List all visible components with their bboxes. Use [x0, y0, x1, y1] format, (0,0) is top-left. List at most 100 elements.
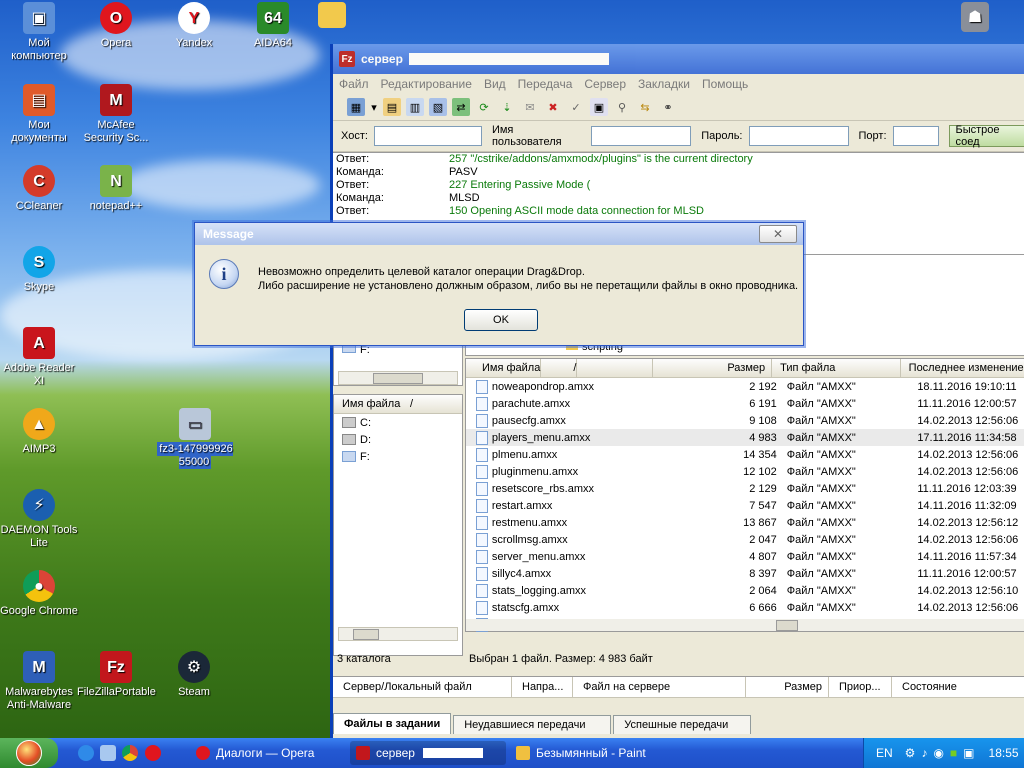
refresh-icon[interactable]: ⟳	[475, 98, 493, 116]
queue-col-size[interactable]: Размер	[746, 677, 829, 697]
desktop-icon-malwarebytes[interactable]: M Malwarebytes Anti-Malware	[0, 651, 78, 712]
quickconnect-button[interactable]: Быстрое соед	[948, 124, 1024, 148]
local-drive-f[interactable]: F:	[334, 448, 462, 465]
queue-col-remote-file[interactable]: Файл на сервере	[573, 677, 746, 697]
desktop-icon-my-computer[interactable]: ▣ Мой компьютер	[0, 2, 78, 63]
desktop-icon-ccleaner[interactable]: C CCleaner	[0, 165, 78, 213]
search-icon[interactable]: ⚭	[659, 98, 677, 116]
table-row[interactable]: stats_logging.amxx 2 064 Файл "AMXX" 14.02.…	[466, 582, 1024, 599]
dialog-titlebar[interactable]: Message ✕	[195, 223, 803, 245]
local-col-name[interactable]: Имя файла	[334, 395, 402, 413]
menu-edit[interactable]: Редактирование	[381, 77, 472, 91]
tab-successful-transfers[interactable]: Успешные передачи	[613, 715, 752, 734]
quicklaunch-opera-icon[interactable]	[145, 745, 161, 761]
quicklaunch-desktop-icon[interactable]	[100, 745, 116, 761]
reconnect-icon[interactable]: ✓	[567, 98, 585, 116]
menu-view[interactable]: Вид	[484, 77, 506, 91]
table-row[interactable]: plmenu.amxx 14 354 Файл "AMXX" 14.02.2013 1…	[466, 446, 1024, 463]
host-input[interactable]	[373, 126, 482, 146]
sync-browse-icon[interactable]: ⇆	[636, 98, 654, 116]
ok-button[interactable]: OK	[464, 309, 538, 331]
desktop-icon-aida64[interactable]: 64 AIDA64	[234, 2, 312, 50]
remote-col-name[interactable]: Имя файла /	[466, 359, 654, 377]
local-list-hscroll[interactable]	[338, 627, 458, 641]
dialog-close-button[interactable]: ✕	[759, 225, 797, 243]
remote-col-size[interactable]: Размер	[653, 359, 773, 377]
desktop-icon-skype[interactable]: S Skype	[0, 246, 78, 294]
desktop-icon-notepadpp[interactable]: N notepad++	[77, 165, 155, 213]
quicklaunch-ie-icon[interactable]	[78, 745, 94, 761]
scroll-thumb[interactable]	[353, 629, 379, 640]
scroll-thumb[interactable]	[373, 373, 423, 384]
table-row[interactable]: parachute.amxx 6 191 Файл "AMXX" 11.11.2016…	[466, 395, 1024, 412]
desktop-icon-counter-strike[interactable]: ☗	[940, 2, 1010, 35]
task-filezilla[interactable]: сервер	[350, 741, 506, 765]
toggle-remote-tree-icon[interactable]: ▧	[429, 98, 447, 116]
queue-col-local-file[interactable]: Сервер/Локальный файл	[333, 677, 512, 697]
process-queue-icon[interactable]: ⇣	[498, 98, 516, 116]
tab-queued-files[interactable]: Файлы в задании	[333, 713, 452, 734]
table-row[interactable]: scrollmsg.amxx 2 047 Файл "AMXX" 14.02.2013…	[466, 531, 1024, 548]
table-row[interactable]: pausecfg.amxx 9 108 Файл "AMXX" 14.02.2013 …	[466, 412, 1024, 429]
toggle-queue-icon[interactable]: ⇄	[452, 98, 470, 116]
menu-file[interactable]: Файл	[339, 77, 369, 91]
task-opera[interactable]: Диалоги — Opera	[190, 741, 346, 765]
queue-col-status[interactable]: Состояние	[892, 677, 992, 697]
desktop-icon-aimp[interactable]: ▲ AIMP3	[0, 408, 78, 456]
quicklaunch-chrome-icon[interactable]	[122, 745, 138, 761]
table-row[interactable]: statscfg.amxx 6 666 Файл "AMXX" 14.02.2013 …	[466, 599, 1024, 616]
queue-col-priority[interactable]: Приор...	[829, 677, 892, 697]
menu-transfer[interactable]: Передача	[518, 77, 573, 91]
update-tray-icon[interactable]: ▣	[963, 746, 974, 760]
menu-server[interactable]: Сервер	[584, 77, 626, 91]
nvidia-tray-icon[interactable]: ■	[950, 746, 957, 760]
desktop-icon-steam[interactable]: ⚙ Steam	[155, 651, 233, 699]
tab-failed-transfers[interactable]: Неудавшиеся передачи	[453, 715, 612, 734]
remote-tree-vscroll-bar[interactable]	[442, 365, 458, 391]
network-tray-icon[interactable]: ♪	[921, 746, 927, 760]
cancel-icon[interactable]: ✉	[521, 98, 539, 116]
password-input[interactable]	[748, 126, 849, 146]
scroll-thumb[interactable]	[776, 620, 798, 631]
local-tree-hscroll[interactable]	[338, 371, 458, 385]
desktop-icon-daemon-tools[interactable]: ⚡ DAEMON Tools Lite	[0, 489, 78, 550]
menu-bookmarks[interactable]: Закладки	[638, 77, 690, 91]
remote-hscroll[interactable]	[466, 619, 1024, 631]
filter-icon[interactable]: ⚲	[613, 98, 631, 116]
filezilla-titlebar[interactable]: Fz сервер	[333, 44, 1024, 74]
desktop-icon-chrome[interactable]: ● Google Chrome	[0, 570, 78, 618]
desktop-icon-folder-top[interactable]	[312, 2, 352, 31]
dropdown-arrow-icon[interactable]: ▾	[370, 98, 378, 116]
desktop-icon-fz3-file[interactable]: ▭ fz3-147999926 55000	[156, 408, 234, 469]
menu-help[interactable]: Помощь	[702, 77, 748, 91]
table-row[interactable]: restart.amxx 7 547 Файл "AMXX" 14.11.2016 1…	[466, 497, 1024, 514]
desktop-icon-filezilla[interactable]: Fz FileZillaPortable	[77, 651, 156, 699]
table-row[interactable]: noweapondrop.amxx 2 192 Файл "AMXX" 18.11.2…	[466, 378, 1024, 395]
remote-col-type[interactable]: Тип файла	[772, 359, 901, 377]
start-button[interactable]	[0, 738, 58, 768]
username-input[interactable]	[591, 126, 692, 146]
desktop-icon-adobe-reader[interactable]: A Adobe Reader XI	[0, 327, 78, 388]
table-row[interactable]: server_menu.amxx 4 807 Файл "AMXX" 14.11.20…	[466, 548, 1024, 565]
queue-col-direction[interactable]: Напра...	[512, 677, 573, 697]
table-row[interactable]: pluginmenu.amxx 12 102 Файл "AMXX" 14.02.20…	[466, 463, 1024, 480]
directory-listing-icon[interactable]: ▣	[590, 98, 608, 116]
desktop-icon-yandex[interactable]: Y Yandex	[155, 2, 233, 50]
table-row[interactable]: resetscore_rbs.amxx 2 129 Файл "AMXX" 11.11…	[466, 480, 1024, 497]
table-row[interactable]: players_menu.amxx 4 983 Файл "AMXX" 17.11.2…	[466, 429, 1024, 446]
desktop-icon-my-documents[interactable]: ▤ Мои документы	[0, 84, 78, 145]
port-input[interactable]	[892, 126, 939, 146]
steam-tray-icon[interactable]: ⚙	[905, 746, 916, 760]
toggle-log-icon[interactable]: ▤	[383, 98, 401, 116]
table-row[interactable]: sillyc4.amxx 8 397 Файл "AMXX" 11.11.2016 1…	[466, 565, 1024, 582]
volume-tray-icon[interactable]: ◉	[933, 746, 943, 760]
site-manager-icon[interactable]: ▦	[347, 98, 365, 116]
remote-col-date[interactable]: Последнее изменение	[901, 359, 1024, 377]
disconnect-icon[interactable]: ✖	[544, 98, 562, 116]
task-paint[interactable]: Безымянный - Paint	[510, 741, 676, 765]
local-drive-c[interactable]: C:	[334, 414, 462, 431]
desktop-icon-opera[interactable]: O Opera	[77, 2, 155, 50]
local-drive-d[interactable]: D:	[334, 431, 462, 448]
toggle-tree-icon[interactable]: ▥	[406, 98, 424, 116]
desktop-icon-mcafee[interactable]: M McAfee Security Sc...	[77, 84, 155, 145]
